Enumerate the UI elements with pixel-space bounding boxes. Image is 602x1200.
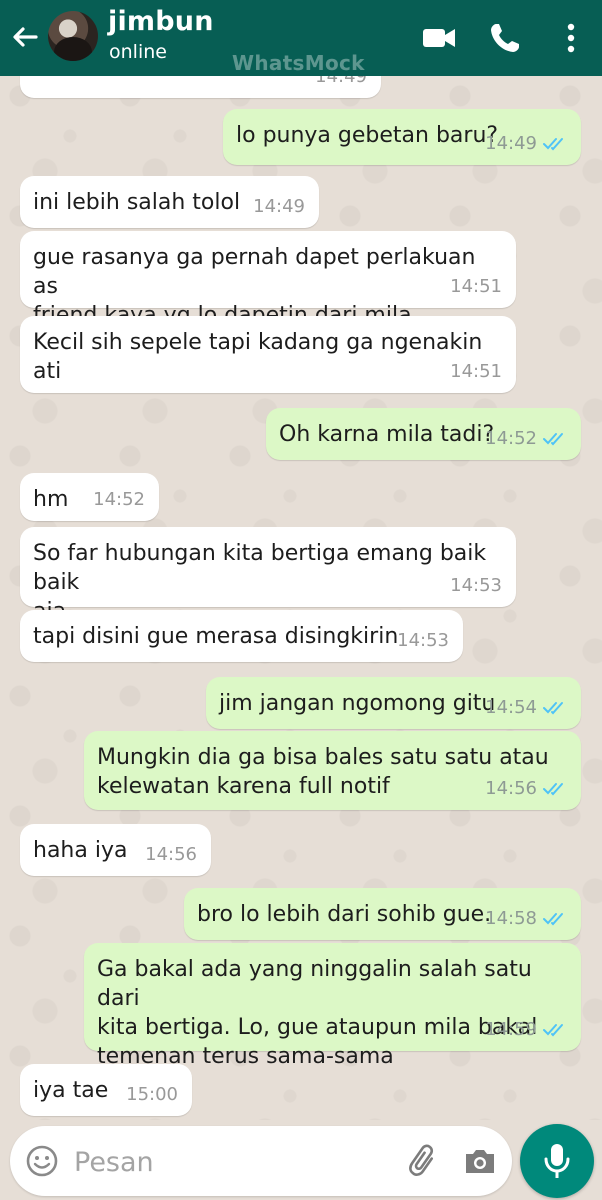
message-time: 14:51: [450, 361, 502, 382]
video-call-icon[interactable]: [420, 19, 458, 57]
message-bubble[interactable]: lo punya gebetan baru? 14:49: [223, 109, 581, 165]
message-bubble[interactable]: bro lo lebih dari sohib gue. 14:58: [184, 888, 581, 940]
message-meta: 14:49: [253, 192, 305, 221]
mic-button[interactable]: [520, 1124, 594, 1198]
message-time: 14:59: [485, 1019, 537, 1040]
message-input[interactable]: [72, 1139, 406, 1185]
emoji-icon[interactable]: [24, 1143, 60, 1179]
message-time: 14:56: [485, 778, 537, 799]
message-meta: 14:58: [485, 904, 567, 933]
message-meta: 14:49: [315, 76, 367, 91]
read-receipt-icon: [543, 1023, 563, 1036]
message-bubble[interactable]: jim jangan ngomong gitu 14:54: [206, 677, 581, 729]
message-meta: 14:51: [450, 272, 502, 301]
message-bubble[interactable]: Yaaa cuma baperan dikit14:49: [20, 76, 381, 98]
read-receipt-icon: [543, 432, 563, 445]
message-meta: 14:54: [485, 693, 567, 722]
message-meta: 14:53: [450, 571, 502, 600]
message-time: 14:49: [485, 133, 537, 154]
message-bubble[interactable]: gue rasanya ga pernah dapet perlakuan as…: [20, 231, 516, 328]
camera-icon[interactable]: [462, 1143, 498, 1179]
watermark: WhatsMock: [232, 51, 365, 75]
message-bubble[interactable]: Kecil sih sepele tapi kadang ga ngenakin…: [20, 316, 516, 393]
mic-icon: [544, 1144, 570, 1178]
read-receipt-icon: [543, 137, 563, 150]
message-text: Ga bakal ada yang ninggalin salah satu d…: [97, 957, 538, 1069]
message-bubble[interactable]: hm 14:52: [20, 473, 159, 521]
message-meta: 14:49: [485, 129, 567, 158]
phone-icon[interactable]: [486, 19, 524, 57]
message-time: 15:00: [126, 1084, 178, 1105]
message-meta: 15:00: [126, 1080, 178, 1109]
chat-area[interactable]: Yaaa cuma baperan dikit14:49 lo punya ge…: [0, 76, 602, 1120]
message-text: Kecil sih sepele tapi kadang ga ngenakin…: [33, 330, 490, 384]
message-meta: 14:53: [397, 626, 449, 655]
message-time: 14:56: [145, 844, 197, 865]
message-time: 14:49: [315, 76, 367, 87]
back-arrow-icon[interactable]: [8, 20, 42, 54]
message-time: 14:53: [397, 630, 449, 651]
message-text: tapi disini gue merasa disingkirin: [33, 624, 399, 649]
message-time: 14:53: [450, 575, 502, 596]
message-input-bar: [10, 1126, 512, 1196]
contact-name[interactable]: jimbun: [108, 6, 214, 37]
message-meta: 14:56: [145, 840, 197, 869]
message-bubble[interactable]: iya tae 15:00: [20, 1064, 192, 1116]
chat-header: jimbun online WhatsMock: [0, 0, 602, 76]
message-meta: 14:52: [93, 485, 145, 514]
message-bubble[interactable]: So far hubungan kita bertiga emang baik …: [20, 527, 516, 624]
message-meta: 14:51: [450, 357, 502, 386]
message-time: 14:49: [253, 196, 305, 217]
message-time: 14:58: [485, 908, 537, 929]
read-receipt-icon: [543, 782, 563, 795]
avatar[interactable]: [48, 11, 98, 61]
message-bubble[interactable]: ini lebih salah tolol 14:49: [20, 176, 319, 228]
message-time: 14:52: [93, 489, 145, 510]
message-bubble[interactable]: tapi disini gue merasa disingkirin 14:53: [20, 610, 463, 662]
read-receipt-icon: [543, 701, 563, 714]
contact-status: online: [109, 41, 167, 63]
message-meta: 14:52: [485, 424, 567, 453]
more-vertical-icon[interactable]: [552, 19, 590, 57]
message-time: 14:51: [450, 276, 502, 297]
message-meta: 14:56: [485, 774, 567, 803]
message-bubble[interactable]: Ga bakal ada yang ninggalin salah satu d…: [84, 943, 581, 1069]
attach-icon[interactable]: [406, 1143, 442, 1179]
message-time: 14:54: [485, 697, 537, 718]
message-bubble[interactable]: Mungkin dia ga bisa bales satu satu atau…: [84, 731, 581, 810]
message-time: 14:52: [485, 428, 537, 449]
message-bubble[interactable]: haha iya 14:56: [20, 824, 211, 876]
message-bubble[interactable]: Oh karna mila tadi? 14:52: [266, 408, 581, 460]
message-meta: 14:59: [485, 1015, 567, 1044]
read-receipt-icon: [543, 912, 563, 925]
